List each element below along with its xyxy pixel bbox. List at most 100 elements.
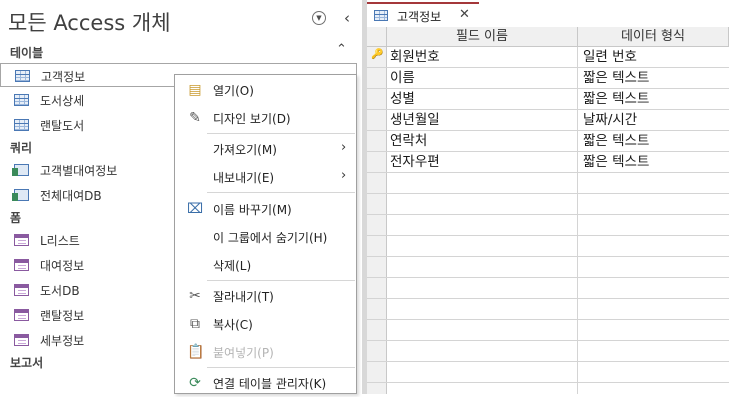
- menu-item-label: 이름 바꾸기(M): [213, 203, 292, 217]
- data-type-cell[interactable]: 짧은 텍스트: [583, 89, 649, 109]
- document-tab[interactable]: 고객정보 ✕: [367, 2, 479, 27]
- table-design-grid: 필드 이름 데이터 형식 🔑 회원번호 일련 번호 이름 짧은 텍스트 성별 짧…: [367, 27, 729, 394]
- menu-item-label: 복사(C): [213, 318, 253, 332]
- nav-item-label: L리스트: [40, 234, 80, 248]
- document-tab-label: 고객정보: [397, 10, 442, 24]
- menu-item-rename[interactable]: ⌧ 이름 바꾸기(M): [175, 195, 356, 223]
- column-header-field-name[interactable]: 필드 이름: [387, 27, 578, 47]
- menu-separator: [207, 192, 355, 193]
- query-icon: [12, 189, 29, 201]
- empty-row[interactable]: [367, 362, 729, 383]
- chevron-up-icon: ⌃: [336, 42, 347, 57]
- menu-item-design-view[interactable]: ✎ 디자인 보기(D): [175, 104, 356, 132]
- empty-row[interactable]: [367, 341, 729, 362]
- table-row[interactable]: 생년월일 날짜/시간: [367, 110, 729, 131]
- menu-separator: [207, 367, 355, 368]
- data-type-cell[interactable]: 일련 번호: [583, 47, 637, 67]
- form-icon: [14, 334, 29, 346]
- table-icon: [374, 10, 388, 21]
- close-icon[interactable]: ✕: [459, 7, 470, 22]
- paste-icon: 📋: [187, 344, 205, 360]
- menu-item-export[interactable]: 내보내기(E) ›: [175, 163, 356, 191]
- menu-item-label: 가져오기(M): [213, 143, 277, 157]
- nav-pane-collapse-button[interactable]: ‹: [339, 9, 355, 27]
- row-selector-header[interactable]: [367, 27, 387, 47]
- table-icon: [14, 94, 29, 106]
- document-tab-strip: 고객정보 ✕: [367, 0, 729, 27]
- context-menu: ▤ 열기(O) ✎ 디자인 보기(D) 가져오기(M) › 내보내기(E) › …: [174, 74, 357, 394]
- field-name-cell[interactable]: 생년월일: [390, 110, 440, 130]
- form-icon: [14, 234, 29, 246]
- field-name-cell[interactable]: 이름: [390, 68, 415, 88]
- rename-icon: ⌧: [187, 201, 204, 217]
- data-type-cell[interactable]: 짧은 텍스트: [583, 152, 649, 172]
- query-icon: [12, 164, 29, 176]
- table-row[interactable]: 🔑 회원번호 일련 번호: [367, 47, 729, 68]
- nav-item-label: 전체대여DB: [40, 189, 102, 203]
- column-header-data-type[interactable]: 데이터 형식: [578, 27, 729, 47]
- nav-pane-menu-button[interactable]: ▼: [312, 11, 326, 25]
- nav-item-label: 도서상세: [40, 94, 85, 108]
- menu-item-import[interactable]: 가져오기(M) ›: [175, 135, 356, 163]
- menu-item-linked-table-manager[interactable]: ⟳ 연결 테이블 관리자(K): [175, 369, 356, 397]
- menu-item-label: 내보내기(E): [213, 171, 275, 185]
- linked-table-manager-icon: ⟳: [189, 375, 201, 391]
- empty-row[interactable]: [367, 236, 729, 257]
- nav-item-label: 도서DB: [40, 284, 80, 298]
- empty-row[interactable]: [367, 278, 729, 299]
- table-row[interactable]: 이름 짧은 텍스트: [367, 68, 729, 89]
- chevron-right-icon: ›: [341, 168, 347, 183]
- design-view-icon: ✎: [189, 110, 201, 126]
- menu-item-label: 열기(O): [213, 84, 254, 98]
- table-row[interactable]: 성별 짧은 텍스트: [367, 89, 729, 110]
- form-icon: [14, 309, 29, 321]
- menu-item-hide-in-group[interactable]: 이 그룹에서 숨기기(H): [175, 223, 356, 251]
- empty-row[interactable]: [367, 320, 729, 341]
- table-icon: [15, 70, 30, 82]
- empty-row[interactable]: [367, 173, 729, 194]
- group-label: 쿼리: [10, 141, 33, 155]
- form-icon: [14, 259, 29, 271]
- field-name-cell[interactable]: 전자우편: [390, 152, 440, 172]
- nav-pane-title: 모든 Access 개체: [8, 11, 171, 35]
- group-label: 폼: [10, 211, 22, 225]
- copy-icon: ⧉: [190, 316, 200, 332]
- nav-item-label: 고객정보: [41, 70, 86, 84]
- menu-item-label: 이 그룹에서 숨기기(H): [213, 231, 328, 245]
- menu-item-label: 연결 테이블 관리자(K): [213, 377, 327, 391]
- menu-item-cut[interactable]: ✂ 잘라내기(T): [175, 282, 356, 310]
- menu-item-label: 붙여넣기(P): [213, 346, 274, 360]
- empty-row[interactable]: [367, 299, 729, 320]
- empty-row[interactable]: [367, 215, 729, 236]
- data-type-cell[interactable]: 짧은 텍스트: [583, 68, 649, 88]
- nav-item-label: 대여정보: [40, 259, 85, 273]
- data-type-cell[interactable]: 날짜/시간: [583, 110, 637, 130]
- nav-item-label: 랜탈도서: [40, 119, 85, 133]
- field-name-cell[interactable]: 성별: [390, 89, 415, 109]
- empty-row[interactable]: [367, 257, 729, 278]
- nav-item-label: 고객별대여정보: [40, 164, 118, 178]
- menu-item-label: 삭제(L): [213, 259, 252, 273]
- group-header-tables[interactable]: 테이블 ⌃: [0, 42, 360, 62]
- nav-item-label: 세부정보: [40, 334, 85, 348]
- menu-item-delete[interactable]: 삭제(L): [175, 251, 356, 279]
- data-type-cell[interactable]: 짧은 텍스트: [583, 131, 649, 151]
- menu-item-copy[interactable]: ⧉ 복사(C): [175, 310, 356, 338]
- primary-key-icon: 🔑: [371, 49, 384, 60]
- document-area: 고객정보 ✕ 필드 이름 데이터 형식 🔑 회원번호 일련 번호 이름 짧은 텍…: [367, 0, 729, 394]
- nav-item-label: 랜탈정보: [40, 309, 85, 323]
- table-row[interactable]: 전자우편 짧은 텍스트: [367, 152, 729, 173]
- empty-row[interactable]: [367, 194, 729, 215]
- group-label: 보고서: [10, 356, 44, 370]
- chevron-right-icon: ›: [341, 140, 347, 155]
- field-name-cell[interactable]: 회원번호: [390, 47, 440, 67]
- menu-item-label: 디자인 보기(D): [213, 112, 291, 126]
- table-row[interactable]: 연락처 짧은 텍스트: [367, 131, 729, 152]
- scissors-icon: ✂: [189, 288, 201, 304]
- field-name-cell[interactable]: 연락처: [390, 131, 427, 151]
- menu-item-paste: 📋 붙여넣기(P): [175, 338, 356, 366]
- menu-item-open[interactable]: ▤ 열기(O): [175, 76, 356, 104]
- menu-separator: [207, 280, 355, 281]
- open-icon: ▤: [188, 82, 202, 98]
- menu-item-label: 잘라내기(T): [213, 290, 274, 304]
